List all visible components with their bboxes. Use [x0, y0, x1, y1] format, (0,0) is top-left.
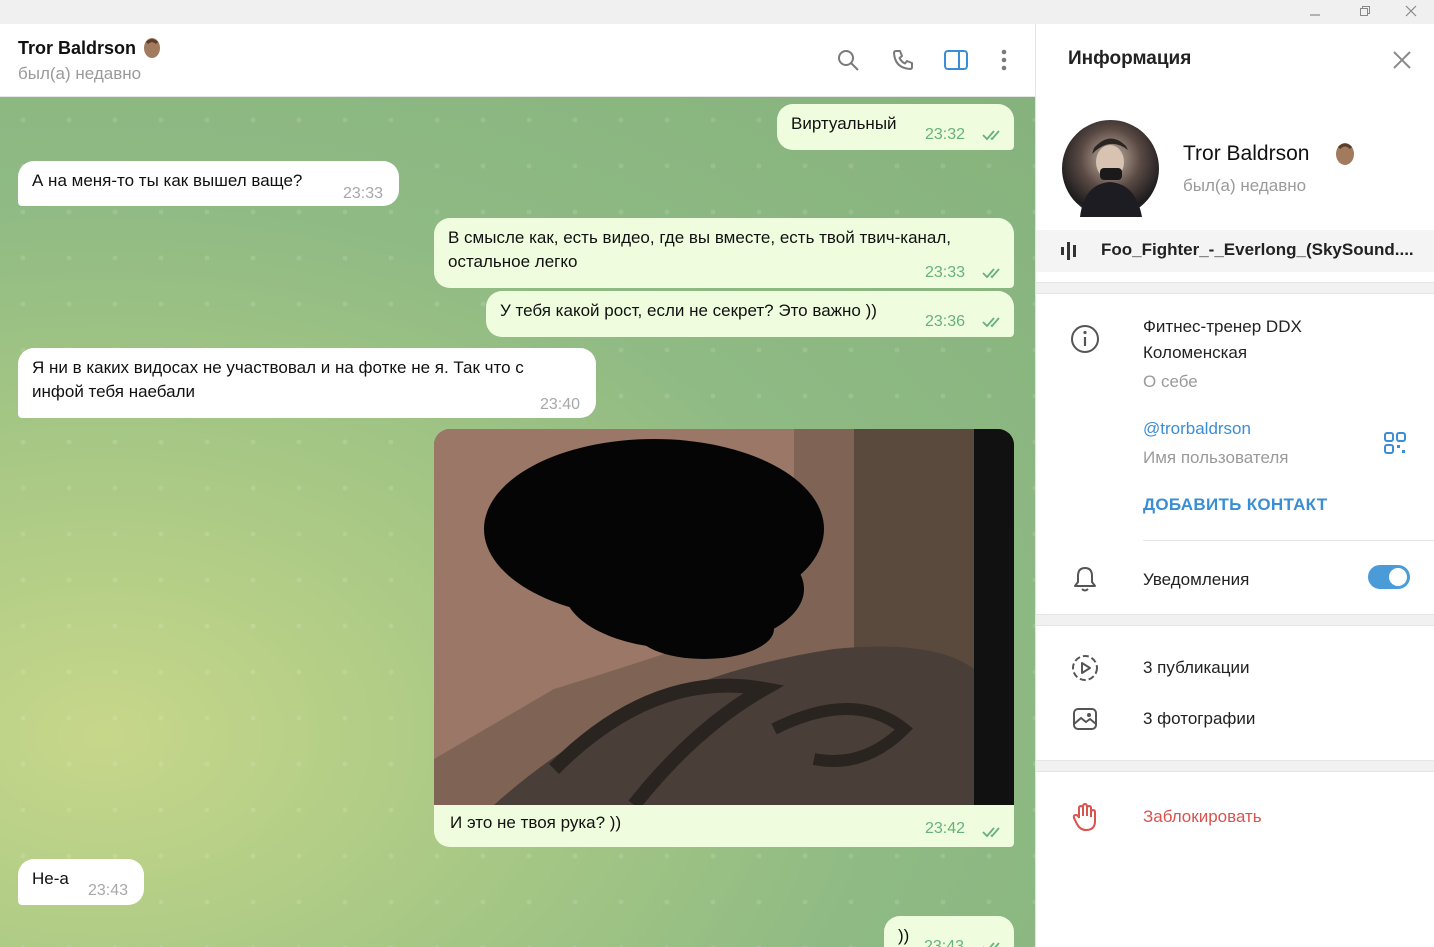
restore-icon[interactable]	[1342, 0, 1388, 22]
photo-caption: И это не твоя рука? ))	[450, 813, 622, 832]
read-checkmarks-icon	[982, 317, 1000, 328]
username-label: Имя пользователя	[1143, 448, 1289, 467]
info-panel-title: Информация	[1068, 48, 1192, 69]
message-time: 23:43	[88, 882, 129, 899]
message-incoming[interactable]: А на меня-то ты как вышел ваще? 23:33	[18, 161, 399, 206]
phone-icon[interactable]	[889, 46, 917, 74]
bio-line: Коломенская	[1143, 343, 1248, 362]
sidebar-toggle-icon[interactable]	[942, 46, 970, 74]
profile-name: Tror Baldrson	[1183, 142, 1310, 165]
message-text: Я ни в каких видосах не участвовал и на …	[32, 358, 524, 377]
info-icon	[1070, 324, 1100, 354]
message-incoming[interactable]: Не-а 23:43	[18, 859, 144, 905]
music-title: Foo_Fighter_-_Everlong_(SkySound....	[1101, 240, 1414, 259]
window-titlebar	[0, 0, 1434, 24]
profile-music[interactable]: Foo_Fighter_-_Everlong_(SkySound....	[1036, 230, 1434, 272]
chat-title[interactable]: Tror Baldrson	[18, 38, 136, 59]
message-time: 23:32	[925, 126, 966, 143]
message-time: 23:33	[343, 185, 384, 202]
chat-messages[interactable]: Виртуальный 23:32 А на меня-то ты как вы…	[0, 97, 1035, 947]
notifications-toggle[interactable]	[1368, 565, 1410, 589]
photos-item[interactable]: 3 фотографии	[1143, 709, 1255, 729]
close-icon[interactable]	[1390, 48, 1414, 72]
close-window-icon[interactable]	[1388, 0, 1434, 22]
photo-image[interactable]	[434, 429, 1014, 805]
message-text: Не-а	[32, 869, 69, 888]
message-outgoing[interactable]: У тебя какой рост, если не секрет? Это в…	[486, 291, 1014, 337]
message-time: 23:33	[925, 264, 966, 281]
read-checkmarks-icon	[983, 942, 1000, 947]
read-checkmarks-icon	[982, 827, 1000, 838]
message-outgoing[interactable]: Виртуальный 23:32	[777, 104, 1014, 150]
message-incoming[interactable]: Я ни в каких видосах не участвовал и на …	[18, 348, 596, 418]
message-text: ))	[898, 926, 910, 945]
avatar[interactable]	[1062, 120, 1159, 217]
chat-status: был(а) недавно	[18, 64, 142, 83]
username-link[interactable]: @trorbaldrson	[1143, 419, 1251, 439]
audio-wave-icon	[1061, 242, 1076, 260]
add-contact-button[interactable]: ДОБАВИТЬ КОНТАКТ	[1143, 495, 1327, 515]
emoji-icon	[142, 37, 162, 64]
search-icon[interactable]	[834, 46, 862, 74]
message-text: Виртуальный	[791, 114, 897, 133]
read-checkmarks-icon	[982, 130, 1000, 141]
block-button[interactable]: Заблокировать	[1143, 807, 1262, 827]
profile-status: был(а) недавно	[1183, 176, 1307, 195]
message-time: 23:43	[924, 938, 965, 947]
message-text: У тебя какой рост, если не секрет? Это в…	[500, 301, 877, 320]
qr-code-icon[interactable]	[1384, 432, 1406, 459]
message-time: 23:36	[925, 313, 966, 330]
chat-header: Tror Baldrson был(а) недавно	[0, 24, 1035, 97]
message-time: 23:42	[925, 820, 966, 837]
stories-icon	[1070, 653, 1100, 683]
section-separator	[1036, 614, 1434, 626]
photo-icon	[1070, 704, 1100, 734]
notifications-label: Уведомления	[1143, 570, 1250, 589]
info-panel: Информация Tror Baldrson был(а) недавно …	[1036, 24, 1434, 947]
posts-item[interactable]: 3 публикации	[1143, 658, 1249, 678]
section-separator	[1036, 282, 1434, 294]
hand-stop-icon	[1070, 802, 1100, 832]
message-photo[interactable]: И это не твоя рука? )) 23:42	[434, 429, 1014, 847]
bio-line: Фитнес-тренер DDX	[1143, 317, 1302, 336]
read-checkmarks-icon	[982, 268, 1000, 279]
message-text: инфой тебя наебали	[32, 382, 196, 401]
emoji-icon	[1334, 141, 1356, 172]
message-text: В смысле как, есть видео, где вы вместе,…	[448, 228, 952, 247]
section-separator	[1036, 760, 1434, 772]
message-outgoing[interactable]: В смысле как, есть видео, где вы вместе,…	[434, 218, 1014, 288]
message-text: А на меня-то ты как вышел ваще?	[32, 171, 303, 190]
row-divider	[1143, 540, 1434, 541]
message-time: 23:40	[540, 396, 581, 413]
message-text: остальное легко	[448, 252, 578, 271]
more-options-icon[interactable]	[990, 46, 1018, 74]
bell-icon	[1070, 564, 1100, 594]
bio-label: О себе	[1143, 372, 1198, 391]
message-outgoing[interactable]: )) 23:43	[884, 916, 1014, 947]
minimize-icon[interactable]	[1292, 0, 1338, 22]
